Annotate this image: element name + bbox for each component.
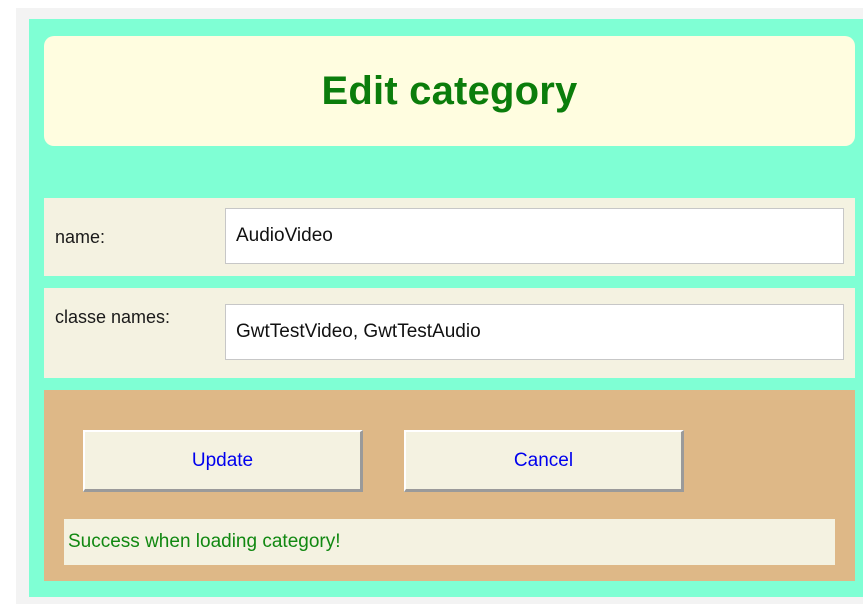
update-button[interactable]: Update (83, 430, 363, 492)
title-box: Edit category (44, 36, 855, 146)
name-row: name: (44, 198, 855, 276)
page-title: Edit category (321, 68, 578, 113)
cancel-button[interactable]: Cancel (404, 430, 684, 492)
status-message: Success when loading category! (64, 519, 835, 565)
classe-names-label: classe names: (55, 307, 171, 327)
name-input[interactable] (225, 208, 844, 264)
classe-names-row: classe names: (44, 288, 855, 378)
name-label: name: (55, 227, 106, 247)
actions-panel: Update Cancel Success when loading categ… (44, 390, 855, 581)
classe-names-input[interactable] (225, 304, 844, 360)
